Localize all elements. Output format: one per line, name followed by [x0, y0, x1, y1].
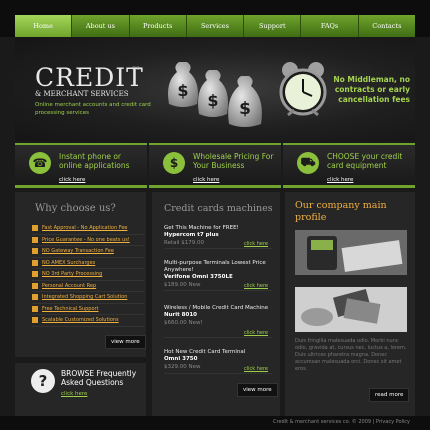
card-machine-photo [295, 230, 407, 275]
top-nav-bar: Home About us Products Services Support … [0, 0, 430, 37]
machine-title: Wireless / Mobile Credit Card Machine [164, 305, 269, 311]
profile-title-line1: Our company main [295, 200, 387, 211]
faq-line1: BROWSE Frequently [61, 369, 137, 378]
feature-text: CHOOSE your credit card equipment [327, 152, 403, 170]
feature-strip: ☎ Instant phone or online applications c… [15, 143, 415, 188]
money-bags-icon: $ $ $ [168, 62, 262, 127]
list-item: Integrated Shopping Cart Solution [32, 292, 144, 304]
logo-co: CO. [132, 66, 142, 72]
faq-link[interactable]: click here [61, 391, 87, 397]
main-menu: Home About us Products Services Support … [15, 15, 415, 37]
machine-price: $660.00 New! [164, 320, 203, 326]
nav-item-faqs[interactable]: FAQs [301, 15, 359, 37]
why-link[interactable]: Integrated Shopping Cart Solution [42, 294, 127, 300]
car-icon: ⛟ [297, 152, 319, 174]
read-more-button[interactable]: read more [369, 388, 410, 402]
machine-link[interactable]: click here [244, 366, 268, 372]
machine-item: Hot New Credit Card Terminal Omni 3750 $… [164, 349, 272, 374]
machine-item: Wireless / Mobile Credit Card Machine Nu… [164, 305, 272, 338]
machine-name: Hypercom t7 plus [164, 232, 219, 238]
nav-item-services[interactable]: Services [187, 15, 245, 37]
machine-title: Hot New Credit Card Terminal [164, 349, 246, 355]
section-title: Credit cards machines [164, 203, 273, 214]
why-link[interactable]: Scalable Customized Solutions [42, 317, 119, 323]
header-slogan: No Middleman, no contracts or early canc… [333, 75, 410, 104]
bullet-icon [32, 282, 38, 289]
nav-item-support[interactable]: Support [244, 15, 302, 37]
profile-title-line2: profile [295, 212, 327, 223]
company-profile-panel: Our company main profile Duis fringilla … [285, 192, 415, 416]
feature-text: Instant phone or online applications [59, 152, 130, 170]
list-item: NO AMEX Surcharges [32, 258, 144, 269]
why-link[interactable]: NO AMEX Surcharges [42, 260, 95, 266]
machine-title: Multi-purpose Terminals Lowest Price Any… [164, 260, 266, 273]
list-item: NO 3rd Party Processing [32, 269, 144, 281]
feature-link[interactable]: click here [59, 177, 85, 183]
list-item: Scalable Customized Solutions [32, 315, 144, 327]
view-more-button[interactable]: view more [237, 383, 278, 397]
dollar-icon: $ [163, 152, 185, 174]
nav-item-about[interactable]: About us [72, 15, 130, 37]
svg-text:$: $ [207, 91, 218, 110]
bullet-icon [32, 225, 38, 232]
logo-title[interactable]: CREDIT [35, 63, 144, 92]
why-link[interactable]: NO Gateway Transaction Fee [42, 248, 114, 254]
bullet-icon [32, 248, 38, 255]
bullet-icon [32, 259, 38, 266]
faq-box: ? BROWSE Frequently Asked Questions clic… [15, 363, 146, 416]
why-link[interactable]: Free Technical Support [42, 306, 99, 312]
svg-text:$: $ [239, 99, 251, 119]
machines-panel: Credit cards machines Get This Machine f… [152, 192, 280, 416]
nav-item-home[interactable]: Home [15, 15, 73, 37]
bullet-icon [32, 317, 38, 324]
view-more-button[interactable]: view more [105, 335, 146, 349]
bullet-icon [32, 236, 38, 243]
feature-link[interactable]: click here [193, 177, 219, 183]
list-item: NO Gateway Transaction Fee [32, 246, 144, 258]
footer: Credit & merchant services co. © 2009 | … [0, 416, 430, 430]
bullet-icon [32, 271, 38, 278]
list-item: Fast Approval - No Application Fee [32, 223, 144, 235]
profile-text: Duis fringilla malesuada odio. Morbi nun… [295, 338, 407, 372]
phone-icon: ☎ [29, 152, 51, 174]
svg-text:$: $ [177, 81, 188, 100]
bullet-icon [32, 305, 38, 312]
question-mark-icon: ? [31, 369, 55, 393]
machine-name: Verifone Omni 3750LE [164, 274, 233, 280]
machine-name: Nurit 8010 [164, 312, 197, 318]
section-title: Our company main profile [295, 200, 387, 224]
feature-pricing: $ Wholesale Pricing For Your Business cl… [149, 143, 281, 188]
machine-link[interactable]: click here [244, 330, 268, 336]
machine-name: Omni 3750 [164, 356, 198, 362]
machine-item: Multi-purpose Terminals Lowest Price Any… [164, 260, 272, 291]
why-link[interactable]: Price Guarantee - No one beats us! [42, 237, 130, 243]
logo-subtitle: & MERCHANT SERVICES [35, 90, 129, 98]
machine-title: Get This Machine for FREE! [164, 225, 239, 231]
machine-link[interactable]: click here [244, 283, 268, 289]
feature-text: Wholesale Pricing For Your Business [193, 152, 274, 170]
header-description: Online merchant accounts and credit card… [35, 102, 151, 116]
faq-heading: BROWSE Frequently Asked Questions [61, 369, 136, 387]
list-item: Price Guarantee - No one beats us! [32, 235, 144, 246]
list-item: Personal Account Rep [32, 281, 144, 292]
section-title: Why choose us? [35, 203, 116, 214]
why-link[interactable]: NO 3rd Party Processing [42, 271, 102, 277]
bullet-icon [32, 294, 38, 301]
why-link[interactable]: Fast Approval - No Application Fee [42, 225, 127, 231]
feature-equipment: ⛟ CHOOSE your credit card equipment clic… [283, 143, 415, 188]
machine-link[interactable]: click here [244, 241, 268, 247]
nav-item-products[interactable]: Products [130, 15, 187, 37]
nav-item-contacts[interactable]: Contacts [359, 15, 415, 37]
feature-link[interactable]: click here [327, 177, 353, 183]
why-choose-us-panel: Why choose us? Fast Approval - No Applic… [15, 192, 146, 357]
why-link[interactable]: Personal Account Rep [42, 283, 96, 289]
feature-phone: ☎ Instant phone or online applications c… [15, 143, 147, 188]
list-item: Free Technical Support [32, 304, 144, 315]
footer-text[interactable]: Credit & merchant services co. © 2009 | … [273, 419, 410, 425]
cards-hands-photo [295, 287, 407, 332]
header-banner: CREDIT CO. & MERCHANT SERVICES Online me… [15, 37, 415, 141]
faq-line2: Asked Questions [61, 378, 124, 387]
why-list: Fast Approval - No Application Fee Price… [32, 223, 144, 327]
machine-item: Get This Machine for FREE! Hypercom t7 p… [164, 225, 272, 249]
